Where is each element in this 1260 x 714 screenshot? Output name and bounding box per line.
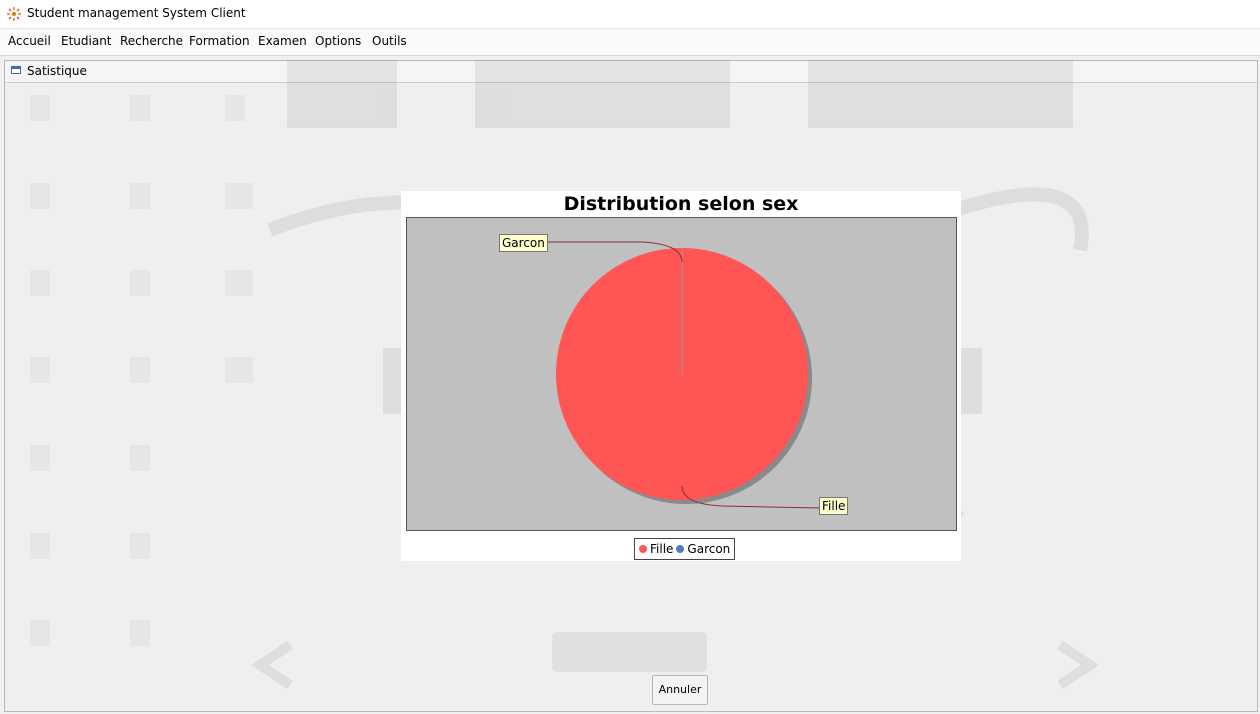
menu-bar: Accueil Etudiant Recherche Formation Exa…: [0, 29, 1260, 56]
menu-outils[interactable]: Outils: [372, 34, 407, 48]
pie-chart: [544, 241, 821, 509]
chart-legend: Fille Garcon: [634, 538, 736, 560]
chart-title: Distribution selon sex: [563, 193, 799, 215]
window-icon: [11, 66, 21, 74]
legend-fille-label: Fille: [650, 542, 674, 556]
menu-accueil[interactable]: Accueil: [8, 34, 51, 48]
app-logo-icon: [7, 7, 21, 21]
title-bar: Student management System Client: [0, 0, 1260, 29]
menu-examen[interactable]: Examen: [258, 34, 307, 48]
menu-options[interactable]: Options: [315, 34, 361, 48]
menu-etudiant[interactable]: Etudiant: [61, 34, 112, 48]
plot-area: [406, 217, 957, 531]
cancel-button[interactable]: Annuler: [652, 675, 708, 705]
menu-formation[interactable]: Formation: [189, 34, 250, 48]
legend-garcon-swatch: [676, 545, 685, 553]
legend-fille-swatch: [639, 545, 647, 553]
legend-garcon-label: Garcon: [687, 542, 731, 556]
frame-header: Satistique: [5, 61, 1257, 83]
window-title: Student management System Client: [27, 6, 246, 20]
pie-chart-panel: Distribution selon sex Garcon Fille Fill…: [401, 191, 961, 561]
slice-label-garcon: Garcon: [499, 234, 548, 252]
frame-title: Satistique: [27, 64, 87, 78]
menu-recherche[interactable]: Recherche: [120, 34, 183, 48]
slice-label-fille: Fille: [819, 497, 849, 515]
